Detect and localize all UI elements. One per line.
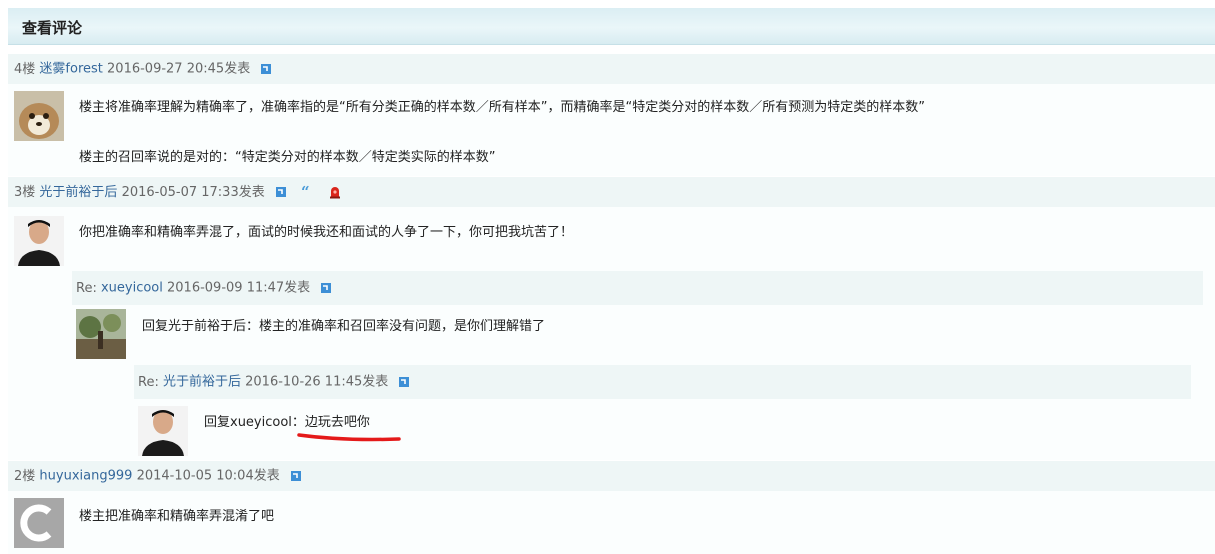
reply-icon[interactable]	[275, 186, 287, 198]
reply-icon[interactable]	[290, 470, 302, 482]
comment-actions	[260, 54, 282, 84]
comment-actions	[290, 461, 312, 491]
avatar-man[interactable]	[14, 216, 64, 266]
avatar-default-c[interactable]	[14, 498, 64, 548]
reply-datetime: 2016-09-09 11:47	[167, 280, 285, 296]
comment-author-link[interactable]: 光于前裕于后	[39, 185, 117, 200]
posted-label: 发表	[362, 374, 389, 390]
reply-body: 回复光于前裕于后：楼主的准确率和召回率没有问题，是你们理解错了 Re: 光于前裕…	[72, 305, 1203, 456]
comment-header-3: 3楼 光于前裕于后 2016-05-07 17:33发表 “	[8, 177, 1215, 207]
reply-header: Re: 光于前裕于后 2016-10-26 11:45发表	[134, 365, 1191, 399]
comment-body-3: 你把准确率和精确率弄混了，面试的时候我还和面试的人争了一下，你可把我坑苦了！ R…	[8, 207, 1215, 460]
reply-prefix: Re:	[138, 374, 163, 390]
avatar-dog[interactable]	[14, 91, 64, 141]
comment-datetime: 2016-05-07 17:33	[121, 184, 239, 200]
reply-text-prefix: 回复xueyicool：	[204, 415, 305, 430]
comment-header-4: 4楼 迷雾forest 2016-09-27 20:45发表	[8, 54, 1215, 84]
comment-text-line: 你把准确率和精确率弄混了，面试的时候我还和面试的人争了一下，你可把我坑苦了！	[79, 225, 574, 240]
red-annotation-underline	[297, 433, 401, 442]
comments-header: 查看评论	[8, 8, 1215, 45]
comment-author-link[interactable]: huyuxiang999	[39, 469, 132, 484]
posted-label: 发表	[253, 468, 280, 484]
comments-title: 查看评论	[22, 19, 83, 37]
avatar-man[interactable]	[138, 406, 188, 456]
reply-icon[interactable]	[320, 282, 332, 294]
reply-author-link[interactable]: xueyicool	[101, 281, 163, 296]
comment-text-line: 楼主把准确率和精确率弄混淆了吧	[79, 509, 275, 524]
posted-label: 发表	[284, 280, 311, 296]
comment-text-line: 楼主将准确率理解为精确率了，准确率指的是“所有分类正确的样本数／所有样本”，而精…	[79, 100, 925, 115]
posted-label: 发表	[224, 61, 251, 77]
reply-text-highlight: 边玩去吧你	[304, 415, 370, 430]
reply-prefix: Re:	[76, 280, 101, 296]
comment-body-4: 楼主将准确率理解为精确率了，准确率指的是“所有分类正确的样本数／所有样本”，而精…	[8, 84, 1215, 176]
floor-number: 4楼	[14, 61, 36, 77]
reply-text: 回复xueyicool：边玩去吧你	[204, 411, 370, 430]
report-icon[interactable]	[328, 185, 342, 199]
comment-header-2: 2楼 huyuxiang999 2014-10-05 10:04发表	[8, 461, 1215, 491]
reply-meta: Re: xueyicool 2016-09-09 11:47发表	[72, 273, 1203, 303]
reply-actions	[320, 273, 342, 303]
comment-author-link[interactable]: 迷雾forest	[39, 62, 102, 77]
comment-text-line: 楼主的召回率说的是对的：“特定类分对的样本数／特定类实际的样本数”	[79, 150, 496, 165]
comment-datetime: 2016-09-27 20:45	[107, 61, 225, 77]
quote-icon[interactable]: “	[301, 177, 310, 207]
comment-actions: “	[275, 177, 342, 208]
comment-datetime: 2014-10-05 10:04	[136, 468, 254, 484]
reply-datetime: 2016-10-26 11:45	[245, 374, 363, 390]
reply-meta: Re: 光于前裕于后 2016-10-26 11:45发表	[134, 367, 1191, 397]
reply-header: Re: xueyicool 2016-09-09 11:47发表	[72, 271, 1203, 305]
reply-text: 回复光于前裕于后：楼主的准确率和召回率没有问题，是你们理解错了	[142, 319, 546, 334]
reply-icon[interactable]	[398, 376, 410, 388]
floor-number: 3楼	[14, 184, 36, 200]
posted-label: 发表	[238, 184, 265, 200]
reply-icon[interactable]	[260, 63, 272, 75]
reply-author-link[interactable]: 光于前裕于后	[163, 375, 241, 390]
floor-number: 2楼	[14, 468, 36, 484]
comment-body-2: 楼主把准确率和精确率弄混淆了吧	[8, 491, 1215, 554]
avatar-nature[interactable]	[76, 309, 126, 359]
reply-actions	[398, 367, 420, 397]
